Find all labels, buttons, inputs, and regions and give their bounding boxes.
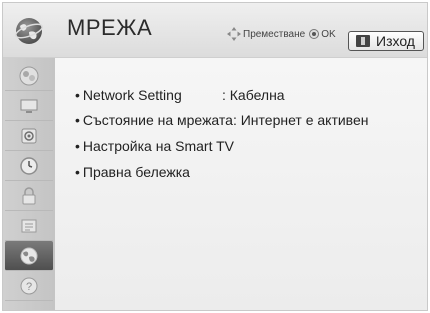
header-bar: МРЕЖА Преместване OK Изход [3, 3, 427, 58]
ok-hint-label: OK [321, 28, 336, 40]
sidebar-item-screen[interactable] [5, 91, 53, 121]
page-title: МРЕЖА [67, 15, 153, 40]
sidebar-item-time[interactable] [5, 151, 53, 181]
network-icon [20, 247, 38, 264]
bullet-icon: • [75, 138, 80, 154]
options-icon [21, 219, 37, 232]
menu-item-label: Настройка на Smart TV [82, 138, 234, 154]
category-sidebar: ? [3, 58, 55, 310]
audio-icon [21, 128, 37, 143]
lock-icon [22, 186, 36, 204]
exit-button[interactable]: Изход [348, 31, 424, 51]
clock-icon [20, 156, 38, 175]
sidebar-item-network[interactable] [5, 241, 53, 271]
sidebar-item-audio[interactable] [5, 121, 53, 151]
menu-item-label: Правна бележка [82, 164, 190, 180]
exit-icon [356, 35, 370, 47]
menu-item-network-status[interactable]: • Състояние на мрежата: Интернет е активе… [75, 112, 368, 128]
bullet-icon: • [75, 112, 80, 128]
network-menu: • Network Setting: Кабелна • Състояние на … [55, 58, 427, 310]
menu-item-label: Network Setting [82, 87, 182, 103]
svg-text:?: ? [26, 281, 32, 293]
move-hint-label: Преместване [243, 28, 306, 40]
menu-item-label: Състояние на мрежата: Интернет е активен [82, 112, 369, 128]
bullet-icon: • [75, 164, 80, 180]
exit-button-label: Изход [376, 33, 415, 49]
settings-window: МРЕЖА Преместване OK Изход ? • Network S… [2, 2, 428, 311]
network-globe-icon [14, 18, 44, 44]
ok-icon [309, 29, 320, 39]
menu-item-network-setting[interactable]: • Network Setting : Кабелна [75, 87, 285, 103]
menu-item-smart-tv-setup[interactable]: • Настройка на Smart TV [75, 138, 234, 154]
sidebar-item-support[interactable]: ? [5, 271, 53, 301]
sidebar-item-picture[interactable] [5, 61, 53, 91]
sidebar-item-lock[interactable] [5, 181, 53, 211]
picture-icon [19, 66, 39, 85]
menu-item-legal-notice[interactable]: • Правна бележка [75, 164, 190, 180]
navigation-hint: Преместване OK [227, 27, 336, 41]
support-icon: ? [20, 277, 38, 294]
screen-icon [20, 99, 38, 113]
arrows-icon [227, 27, 241, 41]
bullet-icon: • [75, 87, 80, 103]
sidebar-item-options[interactable] [5, 211, 53, 241]
menu-item-value: : Кабелна [222, 87, 285, 103]
